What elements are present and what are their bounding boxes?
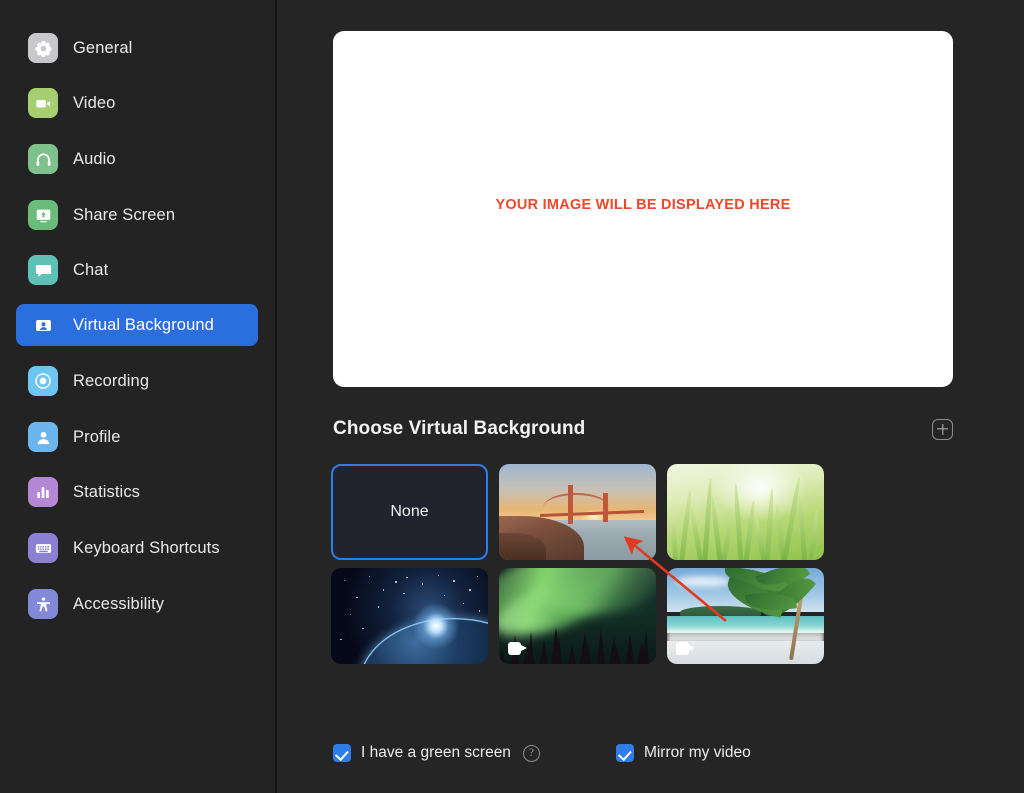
background-thumbnail-selected[interactable]: None [331,464,488,560]
mirror-video-label: Mirror my video [643,744,751,761]
headphones-icon [28,144,58,174]
question-mark-icon[interactable]: ? [522,744,540,762]
sidebar-item-label: Video [73,93,116,112]
accessibility-icon [28,589,58,619]
bar-chart-icon [28,477,58,507]
sidebar-item-virtual-background[interactable]: Virtual Background [16,304,258,346]
sidebar-item-general[interactable]: General [16,27,258,69]
background-thumbnail-label: None [390,503,429,520]
person-card-icon [28,310,58,340]
sidebar-item-share-screen[interactable]: Share Screen [16,194,258,236]
background-thumbnail[interactable] [331,568,488,664]
virtual-background-panel: YOUR IMAGE WILL BE DISPLAYED HERE Choose… [279,0,1024,793]
video-preview: YOUR IMAGE WILL BE DISPLAYED HERE [333,31,953,387]
sidebar-item-keyboard-shortcuts[interactable]: Keyboard Shortcuts [16,527,258,569]
sidebar-item-label: Virtual Background [73,315,214,334]
sidebar-item-label: Keyboard Shortcuts [73,538,220,557]
sidebar-item-label: General [73,38,133,57]
background-thumbnail-grid: None [331,464,971,664]
video-camera-icon [508,642,527,655]
record-circle-icon [28,366,58,396]
footer-options: I have a green screen ? Mirror my video [333,744,751,762]
green-screen-checkbox[interactable] [333,744,351,762]
video-camera-icon [676,642,695,655]
sidebar-item-statistics[interactable]: Statistics [16,471,258,513]
page-title: Choose Virtual Background [333,418,586,439]
sidebar-item-chat[interactable]: Chat [16,249,258,291]
chat-bubble-icon [28,255,58,285]
share-screen-icon [28,200,58,230]
sidebar-item-label: Statistics [73,482,141,501]
video-camera-icon [28,88,58,118]
background-thumbnail[interactable] [667,568,824,664]
green-screen-label: I have a green screen [361,744,511,761]
sidebar-item-video[interactable]: Video [16,82,258,124]
background-thumbnail[interactable] [667,464,824,560]
background-thumbnail[interactable] [499,568,656,664]
sidebar-item-label: Accessibility [73,594,165,613]
sidebar-item-label: Recording [73,371,150,390]
sidebar-item-label: Profile [73,427,121,446]
sidebar-item-profile[interactable]: Profile [16,416,258,458]
sidebar-item-label: Share Screen [73,205,176,224]
mirror-video-option[interactable]: Mirror my video [615,744,751,762]
sidebar-item-recording[interactable]: Recording [16,360,258,402]
gear-icon [28,33,58,63]
sidebar-item-label: Chat [73,260,109,279]
section-header: Choose Virtual Background [333,415,953,443]
keyboard-icon [28,533,58,563]
sidebar-item-accessibility[interactable]: Accessibility [16,583,258,625]
background-thumbnail[interactable] [499,464,656,560]
sidebar-item-label: Audio [73,149,116,168]
person-icon [28,422,58,452]
plus-icon[interactable] [932,418,953,440]
preview-placeholder-text: YOUR IMAGE WILL BE DISPLAYED HERE [495,197,791,213]
settings-sidebar: General Video Audio Share Screen Chat Virtual… [0,0,277,793]
green-screen-option[interactable]: I have a green screen ? [333,744,540,762]
mirror-video-checkbox[interactable] [615,744,634,762]
sidebar-item-audio[interactable]: Audio [16,138,258,180]
